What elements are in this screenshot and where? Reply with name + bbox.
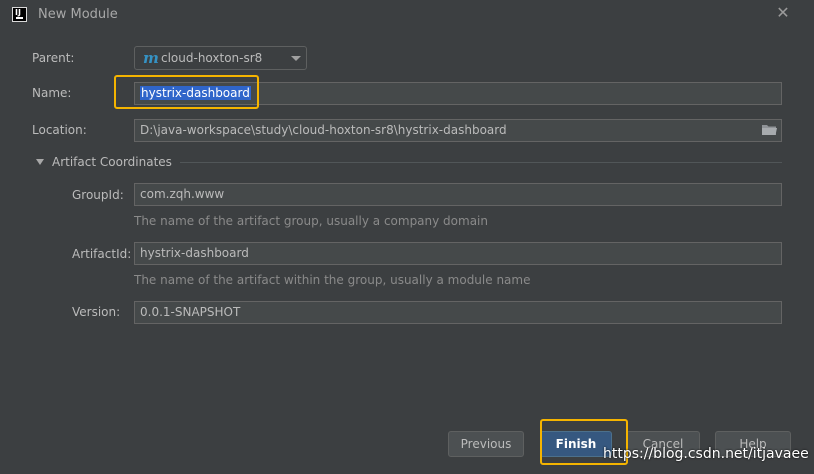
section-divider: [180, 162, 782, 163]
close-icon[interactable]: ✕: [775, 5, 791, 21]
chevron-down-icon: [291, 56, 301, 61]
watermark: https://blog.csdn.net/itjavaee: [603, 446, 809, 462]
artifactid-label: ArtifactId:: [72, 247, 132, 261]
artifact-section-label[interactable]: Artifact Coordinates: [52, 155, 172, 169]
new-module-dialog: IJ New Module ✕ Parent: m cloud-hoxton-s…: [0, 0, 814, 474]
location-value: D:\java-workspace\study\cloud-hoxton-sr8…: [140, 123, 507, 137]
folder-icon[interactable]: [762, 124, 777, 136]
version-value: 0.0.1-SNAPSHOT: [140, 305, 241, 319]
location-input[interactable]: D:\java-workspace\study\cloud-hoxton-sr8…: [134, 119, 782, 142]
parent-dropdown[interactable]: m cloud-hoxton-sr8: [134, 46, 307, 70]
version-label: Version:: [72, 305, 121, 319]
artifactid-hint: The name of the artifact within the grou…: [134, 273, 531, 287]
footer-divider: [0, 418, 814, 419]
title-bar: IJ New Module ✕: [0, 0, 814, 28]
finish-button[interactable]: Finish: [540, 431, 612, 457]
name-input[interactable]: hystrix-dashboard: [134, 82, 782, 105]
parent-label: Parent:: [32, 51, 75, 65]
parent-value: cloud-hoxton-sr8: [161, 51, 263, 65]
collapse-arrow-icon[interactable]: [36, 159, 44, 165]
groupid-value: com.zqh.www: [140, 187, 225, 201]
version-input[interactable]: 0.0.1-SNAPSHOT: [134, 301, 782, 324]
artifactid-input[interactable]: hystrix-dashboard: [134, 242, 782, 265]
maven-module-icon: m: [143, 49, 159, 67]
name-value: hystrix-dashboard: [140, 86, 251, 100]
name-label: Name:: [32, 86, 72, 100]
intellij-idea-icon: IJ: [12, 7, 27, 22]
artifactid-value: hystrix-dashboard: [140, 246, 249, 260]
groupid-hint: The name of the artifact group, usually …: [134, 214, 488, 228]
previous-button[interactable]: Previous: [448, 431, 524, 457]
location-label: Location:: [32, 123, 87, 137]
groupid-label: GroupId:: [72, 188, 124, 202]
groupid-input[interactable]: com.zqh.www: [134, 183, 782, 206]
window-title: New Module: [38, 7, 118, 22]
